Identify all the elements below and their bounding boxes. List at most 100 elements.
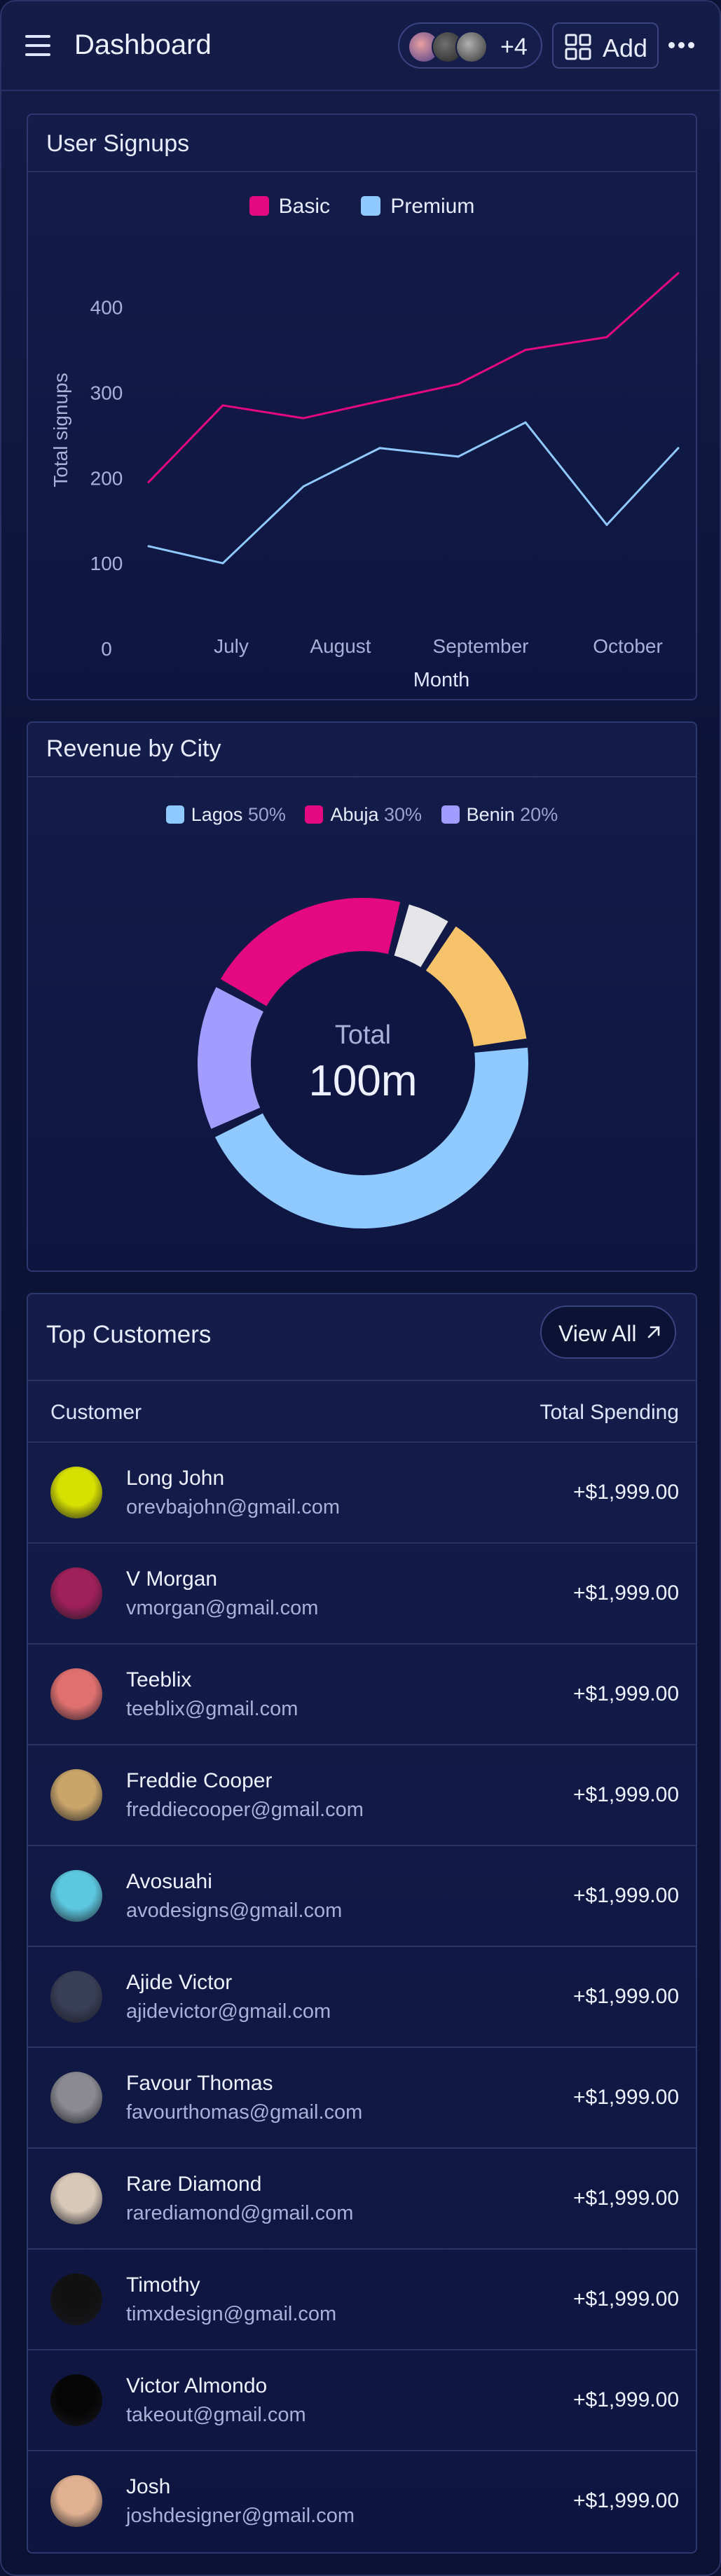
avatar	[50, 2374, 102, 2426]
signups-line-chart: 0 100 200 300 400 July August September October M…	[50, 272, 680, 691]
x-tick-label: August	[310, 635, 371, 657]
customer-name: Long John	[126, 1467, 225, 1490]
customer-total-spending: +$1,999.00	[573, 1884, 679, 1907]
avatar	[50, 1769, 102, 1821]
y-axis-label: Total signups	[50, 373, 71, 487]
avatar	[50, 1567, 102, 1619]
collaborators-avatar-group[interactable]: +4	[398, 22, 542, 69]
hamburger-menu-icon[interactable]	[25, 35, 50, 56]
customer-email: freddiecooper@gmail.com	[126, 1799, 364, 1821]
donut-center-label: Total	[335, 1020, 391, 1050]
y-tick-label: 300	[90, 382, 123, 404]
customer-email: favourthomas@gmail.com	[126, 2101, 363, 2124]
more-options-icon[interactable]	[668, 39, 699, 48]
column-header-total-spending[interactable]: Total Spending	[540, 1401, 680, 1425]
data-point[interactable]	[221, 562, 224, 565]
data-point[interactable]	[524, 349, 527, 352]
donut-center-value: 100m	[308, 1057, 417, 1105]
x-axis-label: Month	[413, 669, 470, 691]
customer-email: timxdesign@gmail.com	[126, 2303, 337, 2325]
customer-name: Josh	[126, 2475, 171, 2498]
data-point[interactable]	[457, 382, 460, 385]
app-frame: Dashboard +4 Add User Signups Basic Prem…	[0, 0, 721, 2576]
customer-total-spending: +$1,999.00	[573, 2287, 679, 2311]
avatar	[50, 2273, 102, 2325]
data-point[interactable]	[605, 523, 608, 526]
page-title: Dashboard	[74, 29, 212, 60]
x-tick-label: September	[433, 635, 529, 657]
customer-name: Victor Almondo	[126, 2374, 268, 2397]
top-bar: Dashboard +4 Add	[1, 1, 720, 91]
customer-name: Ajide Victor	[126, 1971, 233, 1994]
customer-name: Teeblix	[126, 1668, 192, 1691]
customer-name: Avosuahi	[126, 1870, 212, 1893]
table-row[interactable]: Teeblix teeblix@gmail.com +$1,999.00	[28, 1644, 696, 1745]
data-point[interactable]	[147, 545, 150, 548]
data-point[interactable]	[302, 485, 305, 488]
data-point[interactable]	[677, 272, 680, 275]
data-point[interactable]	[605, 335, 608, 338]
customer-email: rarediamond@gmail.com	[126, 2202, 354, 2224]
customer-email: joshdesigner@gmail.com	[126, 2505, 355, 2527]
customer-email: avodesigns@gmail.com	[126, 1899, 343, 1922]
customer-total-spending: +$1,999.00	[573, 2086, 679, 2109]
add-widget-button[interactable]: Add	[552, 22, 659, 69]
avatar	[50, 2173, 102, 2224]
y-tick-label: 100	[90, 553, 123, 574]
customer-total-spending: +$1,999.00	[573, 1481, 679, 1504]
y-tick-label: 0	[101, 638, 112, 660]
avatar	[50, 1971, 102, 2023]
table-row[interactable]: Long John orevbajohn@gmail.com +$1,999.00	[28, 1443, 696, 1544]
add-button-label: Add	[603, 34, 648, 62]
customer-total-spending: +$1,999.00	[573, 2187, 679, 2210]
avatar	[50, 2072, 102, 2124]
view-all-button[interactable]: View All	[540, 1306, 676, 1359]
table-row[interactable]: Ajide Victor ajidevictor@gmail.com +$1,999…	[28, 1947, 696, 2048]
table-row[interactable]: V Morgan vmorgan@gmail.com +$1,999.00	[28, 1544, 696, 1644]
table-row[interactable]: Rare Diamond rarediamond@gmail.com +$1,999…	[28, 2149, 696, 2250]
customer-email: orevbajohn@gmail.com	[126, 1496, 341, 1518]
table-row[interactable]: Josh joshdesigner@gmail.com +$1,999.00	[28, 2451, 696, 2552]
customer-email: takeout@gmail.com	[126, 2404, 306, 2426]
x-tick-label: October	[593, 635, 663, 657]
data-point[interactable]	[147, 480, 150, 483]
data-point[interactable]	[378, 447, 381, 450]
data-point[interactable]	[221, 404, 224, 407]
customer-total-spending: +$1,999.00	[573, 2388, 679, 2411]
customer-name: V Morgan	[126, 1567, 218, 1591]
customer-email: ajidevictor@gmail.com	[126, 2000, 331, 2023]
table-row[interactable]: Freddie Cooper freddiecooper@gmail.com +$1…	[28, 1745, 696, 1846]
table-row[interactable]: Timothy timxdesign@gmail.com +$1,999.00	[28, 2250, 696, 2350]
column-header-customer[interactable]: Customer	[50, 1401, 142, 1425]
revenue-donut-chart: Total 100m	[198, 898, 528, 1228]
data-point[interactable]	[378, 400, 381, 403]
grid-layout-icon	[565, 34, 591, 60]
top-customers-card: Top Customers View All Customer Total Sp…	[27, 1293, 697, 2554]
avatar	[455, 31, 488, 63]
customer-email: teeblix@gmail.com	[126, 1698, 298, 1720]
table-row[interactable]: Favour Thomas favourthomas@gmail.com +$1,9…	[28, 2048, 696, 2149]
y-tick-label: 400	[90, 297, 123, 319]
data-point[interactable]	[302, 417, 305, 420]
more-collaborators-count: +4	[500, 34, 528, 60]
table-row[interactable]: Avosuahi avodesigns@gmail.com +$1,999.00	[28, 1846, 696, 1947]
data-point[interactable]	[524, 421, 527, 424]
card-header: Top Customers View All	[28, 1294, 696, 1381]
data-point[interactable]	[677, 447, 680, 450]
data-point[interactable]	[457, 455, 460, 458]
series-line-premium[interactable]	[148, 421, 680, 565]
avatar	[50, 1668, 102, 1720]
y-tick-label: 200	[90, 467, 123, 489]
avatar	[50, 2475, 102, 2527]
table-row[interactable]: Victor Almondo takeout@gmail.com +$1,999.0…	[28, 2350, 696, 2451]
customer-total-spending: +$1,999.00	[573, 1581, 679, 1605]
customer-email: vmorgan@gmail.com	[126, 1597, 319, 1619]
table-header: Customer Total Spending	[28, 1381, 696, 1443]
customer-name: Timothy	[126, 2273, 200, 2297]
arrow-up-right-icon	[647, 1326, 660, 1338]
x-tick-label: July	[214, 635, 249, 657]
avatar	[50, 1467, 102, 1518]
user-signups-card: User Signups Basic Premium 0 100 200 300 400…	[27, 113, 697, 700]
customer-name: Favour Thomas	[126, 2072, 273, 2095]
revenue-by-city-card: Revenue by City Lagos 50% Abuja 30% Beni…	[27, 721, 697, 1272]
